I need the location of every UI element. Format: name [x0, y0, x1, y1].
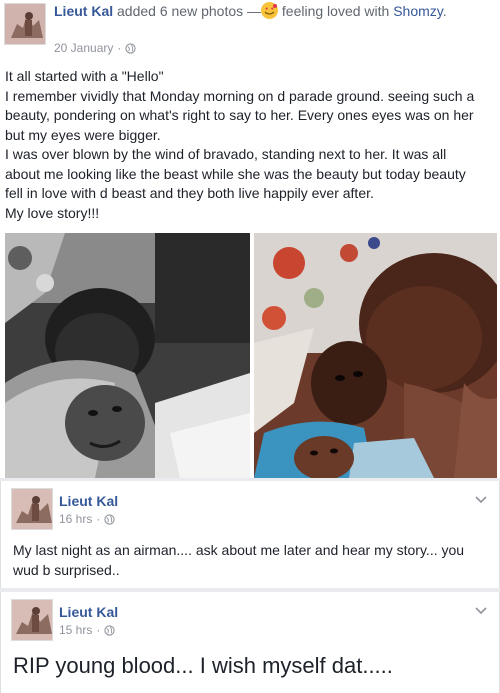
post-meta: 15 hrs ·: [59, 623, 115, 637]
globe-icon[interactable]: [104, 513, 115, 525]
post-body: My last night as an airman.... ask about…: [13, 540, 464, 580]
post-card-1: Lieut Kal added 6 new photos — feeling l…: [0, 0, 500, 478]
post-line: I remember vividly that Monday morning o…: [5, 87, 475, 104]
meta-dot: ·: [96, 512, 101, 526]
post-line: about me looking like the beast while sh…: [5, 165, 466, 182]
tagged-period: .: [442, 3, 447, 19]
photo-2[interactable]: [254, 233, 497, 478]
post-header: Lieut Kal added 6 new photos — feeling l…: [54, 2, 474, 21]
post-meta: 20 January ·: [54, 41, 137, 55]
author-avatar[interactable]: [4, 3, 46, 45]
author-name[interactable]: Lieut Kal: [59, 604, 118, 620]
smiling-face-with-hearts-emoji: [261, 2, 279, 19]
post-time[interactable]: 16 hrs: [59, 512, 92, 526]
post-card-2: Lieut Kal 16 hrs · My last night as an a…: [0, 481, 500, 588]
post-action: added 6 new photos: [117, 3, 244, 19]
post-line: I was over blown by the wind of bravado,…: [5, 146, 447, 162]
post-card-3: Lieut Kal 15 hrs · RIP young blood... I …: [0, 592, 500, 693]
post-header: Lieut Kal: [59, 603, 118, 622]
post-meta: 16 hrs ·: [59, 512, 115, 526]
post-body: It all started with a "Hello" I remember…: [5, 67, 495, 223]
tagged-user[interactable]: Shomzy: [393, 3, 443, 19]
globe-icon[interactable]: [125, 42, 137, 54]
author-avatar[interactable]: [11, 488, 53, 530]
photo-1[interactable]: [5, 233, 250, 478]
author-avatar[interactable]: [11, 599, 53, 641]
post-body-large: RIP young blood... I wish myself dat....…: [13, 653, 393, 678]
post-date[interactable]: 20 January: [54, 41, 113, 55]
post-line: wud b surprised..: [13, 562, 120, 578]
chevron-down-icon[interactable]: [475, 496, 487, 504]
meta-dot: ·: [96, 623, 101, 637]
post-line: My love story!!!: [5, 204, 100, 221]
post-time[interactable]: 15 hrs: [59, 623, 92, 637]
chevron-down-icon[interactable]: [475, 607, 487, 615]
post-line: beauty, pondering on what's right to say…: [5, 107, 474, 123]
author-name[interactable]: Lieut Kal: [54, 3, 113, 19]
meta-dot: ·: [117, 41, 122, 55]
author-name[interactable]: Lieut Kal: [59, 493, 118, 509]
post-line: fell in love with d beast and they both …: [5, 185, 374, 201]
post-line: It all started with a "Hello": [5, 68, 164, 84]
feeling-text: feeling loved with: [281, 3, 390, 19]
globe-icon[interactable]: [104, 624, 115, 636]
separator: —: [247, 3, 262, 19]
post-line: My last night as an airman.... ask about…: [13, 542, 465, 558]
post-line: but my eyes were bigger.: [5, 126, 161, 143]
post-header: Lieut Kal: [59, 492, 118, 511]
